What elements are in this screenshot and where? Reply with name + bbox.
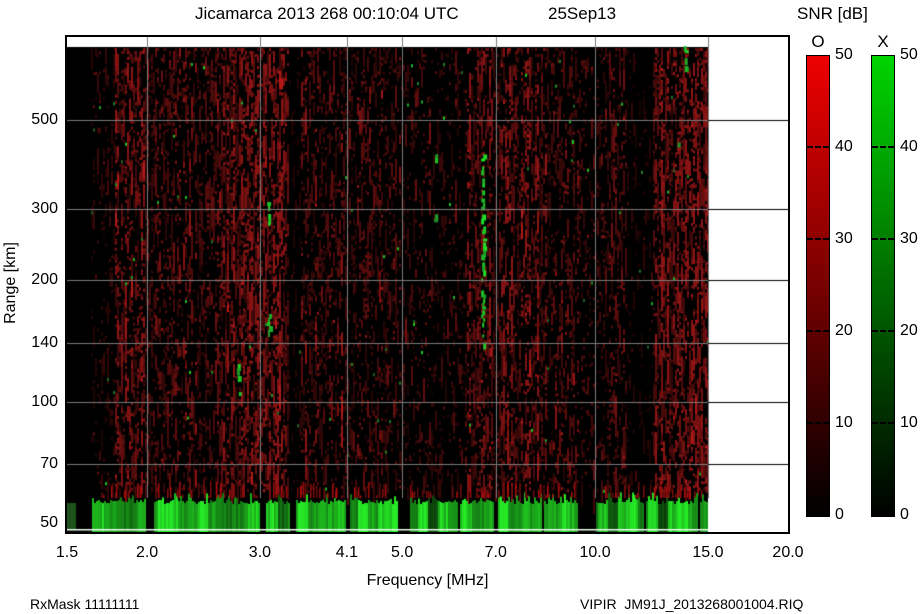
colorbar-tick-dash [872, 146, 894, 148]
colorbar-tick-label: 0 [835, 506, 844, 524]
colorbar-tick-dash [807, 330, 829, 332]
y-tick-label: 200 [14, 271, 58, 289]
x-tick-label: 10.0 [569, 544, 621, 562]
page-title: Jicamarca 2013 268 00:10:04 UTC [195, 4, 459, 24]
colorbar-tick-label: 50 [835, 46, 853, 64]
colorbar-tick-dash [807, 238, 829, 240]
page-title-date: 25Sep13 [548, 4, 616, 24]
x-tick-label: 5.0 [376, 544, 428, 562]
colorbar-tick-label: 0 [900, 506, 909, 524]
colorbar-tick-dash [872, 330, 894, 332]
file-id-text: VIPIR JM91J_2013268001004.RIQ [580, 596, 803, 612]
y-tick-label: 100 [14, 393, 58, 411]
rx-mask-text: RxMask 11111111 [30, 596, 139, 612]
colorbar-tick-label: 50 [900, 46, 918, 64]
colorbar-tick-dash [872, 238, 894, 240]
colorbar-tick-label: 40 [835, 138, 853, 156]
x-tick-label: 4.1 [321, 544, 373, 562]
colorbar-tick-dash [807, 422, 829, 424]
x-tick-label: 1.5 [41, 544, 93, 562]
colorbar-tick-label: 10 [900, 414, 918, 432]
x-tick-label: 3.0 [234, 544, 286, 562]
ionogram-heatmap [67, 37, 788, 532]
x-tick-label: 20.0 [762, 544, 814, 562]
colorbar-gradient [871, 55, 895, 517]
colorbar-title: SNR [dB] [797, 4, 868, 24]
colorbar-mode-letter: X [871, 32, 895, 52]
y-tick-label: 50 [14, 514, 58, 532]
colorbar-tick-label: 30 [835, 230, 853, 248]
colorbar-tick-label: 20 [835, 322, 853, 340]
colorbar-tick-label: 20 [900, 322, 918, 340]
colorbar-tick-dash [872, 422, 894, 424]
colorbar-tick-label: 10 [835, 414, 853, 432]
x-tick-label: 2.0 [121, 544, 173, 562]
y-tick-label: 500 [14, 111, 58, 129]
plot-frame [65, 35, 790, 534]
colorbar-mode-letter: O [806, 32, 830, 52]
x-tick-label: 7.0 [470, 544, 522, 562]
y-tick-label: 300 [14, 200, 58, 218]
y-tick-label: 140 [14, 334, 58, 352]
y-tick-label: 70 [14, 455, 58, 473]
colorbar-gradient [806, 55, 830, 517]
colorbar-tick-label: 40 [900, 138, 918, 156]
colorbar-tick-dash [807, 146, 829, 148]
colorbar-tick-label: 30 [900, 230, 918, 248]
ionogram-app: Jicamarca 2013 268 00:10:04 UTC 25Sep13 … [0, 0, 922, 614]
x-tick-label: 15.0 [682, 544, 734, 562]
x-axis-label: Frequency [MHz] [67, 572, 788, 590]
